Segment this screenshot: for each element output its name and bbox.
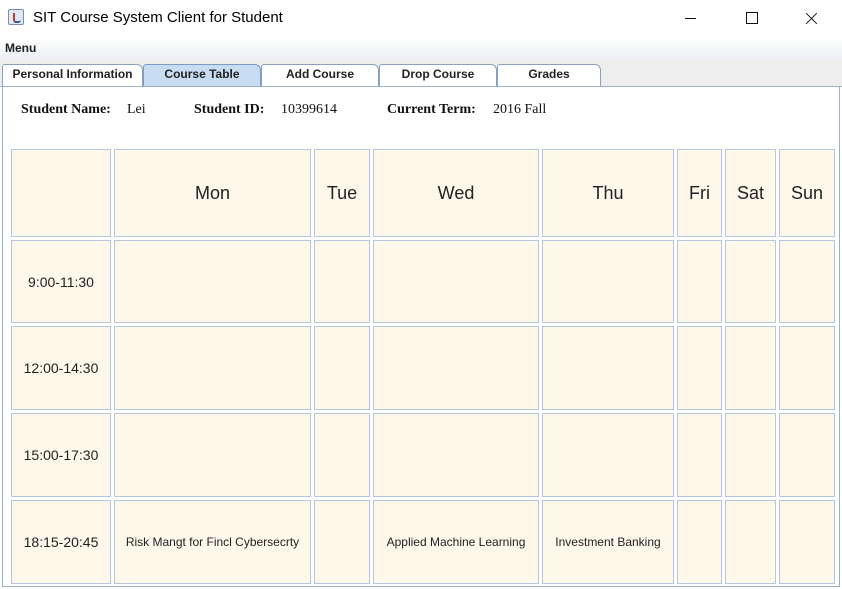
title-bar[interactable]: SIT Course System Client for Student (0, 0, 842, 37)
course-cell (314, 413, 370, 497)
tab-drop-course[interactable]: Drop Course (379, 64, 497, 86)
course-cell (542, 326, 674, 410)
student-id-value: 10399614 (281, 102, 337, 117)
tab-add-course[interactable]: Add Course (261, 64, 379, 86)
course-cell (114, 413, 311, 497)
menu-menu[interactable]: Menu (5, 41, 36, 55)
close-button[interactable] (789, 0, 835, 36)
day-header-wed: Wed (373, 149, 539, 237)
course-cell (677, 240, 722, 323)
java-coffee-cup-icon (8, 9, 24, 25)
course-cell (725, 240, 776, 323)
course-cell (779, 500, 835, 584)
course-cell (779, 326, 835, 410)
course-cell (725, 413, 776, 497)
day-header-sun: Sun (779, 149, 835, 237)
course-cell (677, 326, 722, 410)
table-corner-cell (11, 149, 111, 237)
current-term-value: 2016 Fall (493, 102, 547, 117)
student-id-label: Student ID: (194, 102, 265, 117)
tab-grades[interactable]: Grades (497, 64, 601, 86)
student-name-value: Lei (127, 102, 146, 117)
tab-personal-information[interactable]: Personal Information (2, 64, 143, 86)
course-cell (373, 326, 539, 410)
tab-course-table[interactable]: Course Table (143, 64, 261, 86)
day-header-fri: Fri (677, 149, 722, 237)
current-term-label: Current Term: (387, 102, 476, 117)
course-cell (373, 240, 539, 323)
course-cell (314, 326, 370, 410)
course-cell (114, 326, 311, 410)
time-slot-label: 12:00-14:30 (11, 326, 111, 410)
window-title: SIT Course System Client for Student (33, 9, 283, 26)
course-cell (114, 240, 311, 323)
course-cell (677, 413, 722, 497)
course-cell (314, 500, 370, 584)
course-cell (779, 413, 835, 497)
maximize-button[interactable] (729, 0, 775, 36)
course-cell: Investment Banking (542, 500, 674, 584)
day-header-thu: Thu (542, 149, 674, 237)
course-cell (725, 500, 776, 584)
menu-bar: Menu (0, 37, 842, 59)
day-header-sat: Sat (725, 149, 776, 237)
course-cell (779, 240, 835, 323)
course-cell (373, 413, 539, 497)
course-cell (542, 240, 674, 323)
course-cell (314, 240, 370, 323)
student-name-label: Student Name: (21, 102, 111, 117)
time-slot-label: 9:00-11:30 (11, 240, 111, 323)
time-slot-label: 18:15-20:45 (11, 500, 111, 584)
minimize-button[interactable] (667, 0, 713, 36)
course-cell: Risk Mangt for Fincl Cybersecrty (114, 500, 311, 584)
day-header-tue: Tue (314, 149, 370, 237)
course-cell (725, 326, 776, 410)
course-cell (677, 500, 722, 584)
tab-strip: Personal Information Course Table Add Co… (0, 59, 842, 87)
course-cell (542, 413, 674, 497)
course-cell: Applied Machine Learning (373, 500, 539, 584)
time-slot-label: 15:00-17:30 (11, 413, 111, 497)
day-header-mon: Mon (114, 149, 311, 237)
